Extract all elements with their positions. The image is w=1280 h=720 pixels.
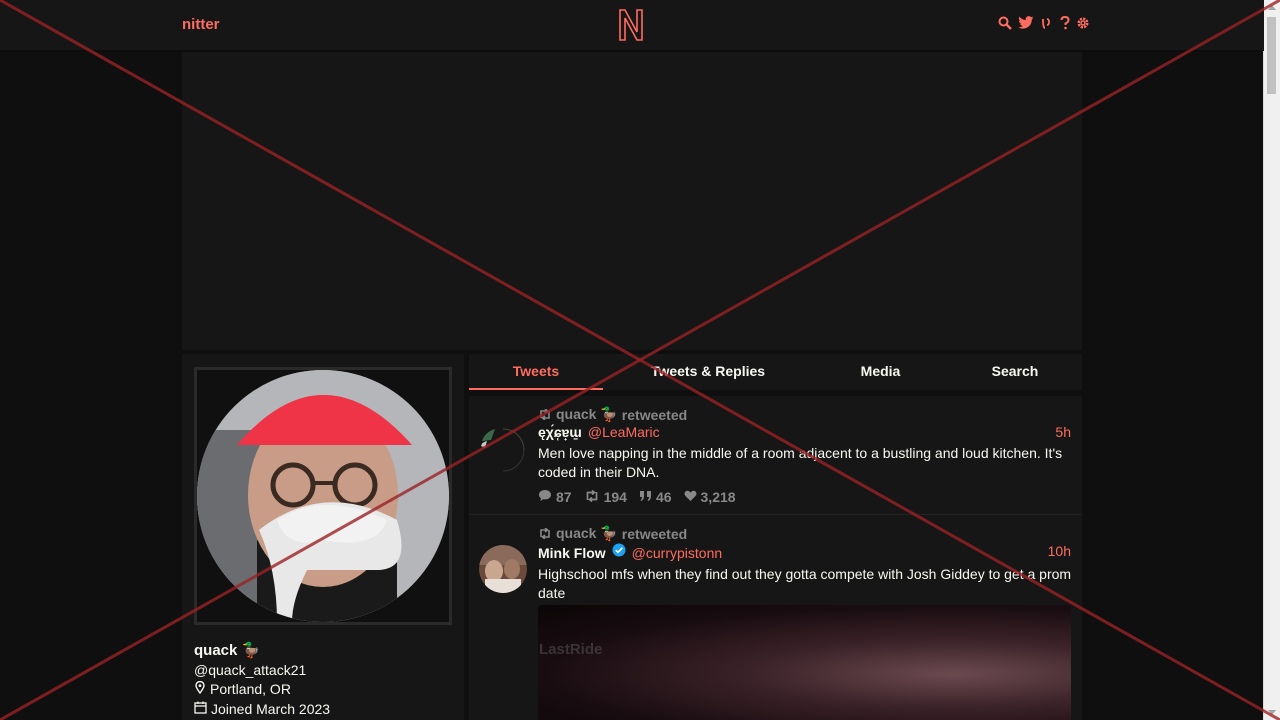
tweet-text: Men love napping in the middle of a room… bbox=[538, 445, 1063, 480]
tweet-date[interactable]: 10h bbox=[1048, 543, 1071, 559]
scroll-down-arrow-icon[interactable] bbox=[1268, 710, 1276, 715]
verified-badge-icon bbox=[612, 543, 626, 562]
reply-count: 87 bbox=[556, 489, 572, 505]
retweeter-name[interactable]: quack 🦆 bbox=[556, 525, 618, 542]
quote-count: 46 bbox=[655, 489, 672, 505]
profile-username[interactable]: @quack_attack21 bbox=[194, 662, 306, 678]
tab-tweets-replies[interactable]: Tweets & Replies bbox=[603, 354, 813, 390]
tweet-header: Mink Flow @currypistonn bbox=[538, 543, 722, 562]
like-count: 3,218 bbox=[700, 489, 736, 505]
rss-icon[interactable] bbox=[1040, 16, 1054, 30]
tweet-avatar[interactable] bbox=[479, 426, 527, 474]
twitter-icon[interactable] bbox=[1018, 16, 1034, 30]
tweet-text: Highschool mfs when they find out they g… bbox=[538, 566, 1072, 601]
comment-icon bbox=[538, 489, 552, 505]
tweet-avatar[interactable] bbox=[479, 545, 527, 593]
navbar: nitter bbox=[0, 0, 1264, 51]
nav-icons bbox=[998, 16, 1090, 30]
tweet-handle[interactable]: @LeaMaric bbox=[588, 424, 660, 440]
tweet-stats: 87 194 46 3,218 bbox=[538, 489, 736, 505]
page-scrollbar[interactable] bbox=[1263, 0, 1280, 720]
location-text: Portland, OR bbox=[210, 681, 291, 697]
retweet-icon bbox=[538, 407, 552, 423]
timeline-tabs: Tweets Tweets & Replies Media Search bbox=[469, 354, 1082, 390]
tweet-date[interactable]: 5h bbox=[1055, 424, 1071, 440]
retweet-header: quack 🦆 retweeted bbox=[538, 525, 687, 542]
retweet-icon bbox=[538, 526, 552, 542]
reply-stat[interactable]: 87 bbox=[538, 489, 572, 505]
tweet-item[interactable]: quack 🦆 retweeted Mink Flow @currypiston… bbox=[469, 515, 1082, 720]
media-watermark: LastRide bbox=[539, 641, 603, 658]
nitter-home-link[interactable]: nitter bbox=[182, 16, 220, 33]
profile-location: Portland, OR bbox=[194, 680, 291, 697]
nitter-logo[interactable] bbox=[617, 8, 645, 47]
search-icon[interactable] bbox=[998, 16, 1012, 30]
settings-gear-icon[interactable] bbox=[1076, 16, 1090, 30]
heart-icon bbox=[684, 489, 697, 505]
profile-fullname[interactable]: quack 🦆 bbox=[194, 641, 260, 659]
timeline: Tweets Tweets & Replies Media Search qua… bbox=[469, 354, 1082, 720]
main-container: quack 🦆 @quack_attack21 Portland, OR Joi… bbox=[182, 50, 1082, 720]
tweet-fullname[interactable]: ęχ́ɕ̜ɐ̟ɯ̱ bbox=[538, 424, 582, 440]
about-icon[interactable] bbox=[1060, 16, 1070, 30]
retweet-label: retweeted bbox=[621, 525, 688, 542]
joined-text: Joined March 2023 bbox=[211, 701, 331, 717]
tweet-item[interactable]: quack 🦆 retweeted ęχ́ɕ̜ɐ̟ɯ̱ @LeaMaric 5h… bbox=[469, 396, 1082, 515]
scroll-thumb[interactable] bbox=[1267, 17, 1276, 94]
tweet-media-video[interactable]: LastRide bbox=[538, 605, 1071, 720]
tab-media[interactable]: Media bbox=[813, 354, 948, 390]
retweet-icon bbox=[584, 489, 600, 505]
profile-avatar[interactable] bbox=[194, 367, 452, 625]
retweeter-name[interactable]: quack 🦆 bbox=[556, 406, 618, 423]
profile-card: quack 🦆 @quack_attack21 Portland, OR Joi… bbox=[182, 354, 464, 720]
quote-icon bbox=[639, 489, 652, 505]
scroll-up-arrow-icon[interactable] bbox=[1268, 5, 1276, 10]
quote-stat[interactable]: 46 bbox=[639, 489, 672, 505]
tweet-header: ęχ́ɕ̜ɐ̟ɯ̱ @LeaMaric bbox=[538, 424, 660, 440]
retweet-stat[interactable]: 194 bbox=[584, 489, 627, 505]
location-pin-icon bbox=[194, 680, 206, 697]
tab-search[interactable]: Search bbox=[948, 354, 1082, 390]
like-stat[interactable]: 3,218 bbox=[684, 489, 736, 505]
retweet-label: retweeted bbox=[621, 406, 688, 423]
tab-tweets[interactable]: Tweets bbox=[469, 354, 603, 390]
retweet-count: 194 bbox=[603, 489, 627, 505]
tweet-fullname[interactable]: Mink Flow bbox=[538, 545, 606, 561]
tweet-handle[interactable]: @currypistonn bbox=[632, 545, 722, 561]
profile-joined-date: Joined March 2023 bbox=[194, 701, 330, 717]
profile-banner[interactable] bbox=[182, 52, 1082, 350]
retweet-header: quack 🦆 retweeted bbox=[538, 406, 687, 423]
calendar-icon bbox=[194, 701, 207, 717]
